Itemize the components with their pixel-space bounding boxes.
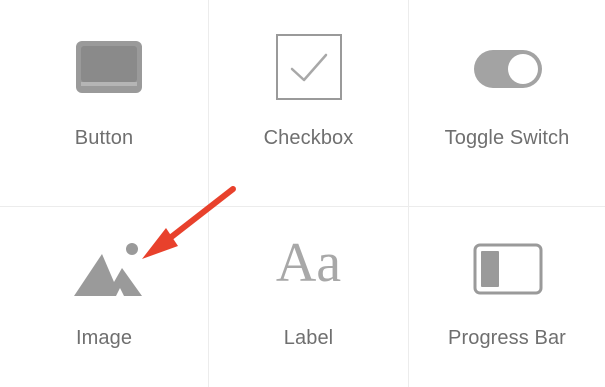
button-icon	[76, 41, 142, 93]
component-tile-progress-bar[interactable]: Progress Bar	[409, 207, 605, 387]
component-tile-toggle-switch[interactable]: Toggle Switch	[409, 0, 605, 206]
progress-bar-icon	[473, 243, 543, 295]
component-label: Toggle Switch	[444, 127, 570, 149]
component-tile-button[interactable]: Button	[0, 0, 208, 206]
component-tile-image[interactable]: Image	[0, 207, 208, 387]
component-palette: Button Checkbox Toggle Switch Image Aa L…	[0, 0, 605, 387]
component-label: Button	[74, 127, 134, 149]
image-icon	[74, 243, 142, 296]
component-label: Image	[75, 327, 133, 349]
component-tile-label[interactable]: Aa Label	[209, 207, 408, 387]
component-tile-checkbox[interactable]: Checkbox	[209, 0, 408, 206]
label-icon: Aa	[275, 232, 342, 294]
component-label: Label	[283, 327, 334, 349]
component-label: Checkbox	[263, 127, 354, 149]
component-label: Progress Bar	[448, 327, 566, 349]
checkbox-icon	[276, 34, 342, 100]
toggle-switch-icon	[474, 50, 542, 88]
